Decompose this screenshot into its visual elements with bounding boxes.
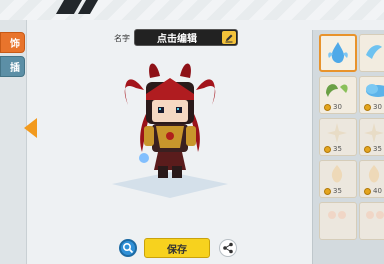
- top-bar: [0, 0, 384, 20]
- pale-petal-icon: [366, 211, 384, 219]
- item-grid: 30 30 35 35 35 40: [312, 30, 384, 264]
- tab-decoration[interactable]: 饰: [0, 32, 25, 53]
- pale-sparkle-icon: [327, 123, 347, 143]
- tab-label: 插: [10, 63, 20, 74]
- share-icon: [223, 242, 233, 254]
- previous-arrow-button[interactable]: [24, 118, 37, 138]
- coin-icon: [324, 103, 331, 111]
- grid-item[interactable]: 35: [319, 118, 357, 156]
- grid-item[interactable]: 30: [359, 76, 384, 114]
- coin-icon: [364, 145, 371, 153]
- item-price: 35: [324, 187, 342, 195]
- price-value: 35: [333, 145, 342, 153]
- grid-item[interactable]: [319, 202, 357, 240]
- character-avatar: [112, 63, 228, 198]
- item-price: 30: [324, 103, 342, 111]
- coin-icon: [364, 187, 371, 195]
- blue-cloud-icon: [366, 84, 384, 97]
- name-label: 名字: [114, 34, 130, 43]
- save-button[interactable]: 保存: [144, 238, 210, 258]
- grid-item[interactable]: 35: [359, 118, 384, 156]
- price-value: 35: [373, 145, 382, 153]
- item-price: 40: [364, 187, 382, 195]
- grid-item[interactable]: [359, 34, 384, 72]
- price-value: 40: [373, 187, 382, 195]
- coin-icon: [364, 103, 371, 111]
- edit-name-button[interactable]: [222, 31, 236, 44]
- pale-sparkle-icon: [364, 123, 384, 143]
- category-sidebar: 饰 插: [0, 20, 27, 264]
- item-price: 35: [324, 145, 342, 153]
- magnifier-icon: [122, 242, 134, 254]
- coin-icon: [324, 187, 331, 195]
- green-leaf-icon: [326, 84, 348, 97]
- name-field[interactable]: 点击编辑: [134, 29, 238, 46]
- price-value: 30: [333, 103, 342, 111]
- blue-wing-icon: [366, 45, 382, 59]
- price-value: 30: [373, 103, 382, 111]
- top-bar-stripe: [77, 0, 99, 14]
- grid-item[interactable]: 30: [319, 76, 357, 114]
- pencil-icon: [225, 34, 233, 42]
- coin-icon: [324, 145, 331, 153]
- share-button[interactable]: [219, 239, 237, 257]
- grid-item[interactable]: [359, 202, 384, 240]
- tab-secondary[interactable]: 插: [0, 56, 25, 77]
- pale-petal-icon: [328, 211, 346, 219]
- item-price: 30: [364, 103, 382, 111]
- character-preview[interactable]: [100, 60, 240, 200]
- grid-item[interactable]: [319, 34, 357, 72]
- tab-label: 饰: [10, 39, 20, 50]
- item-price: 35: [364, 145, 382, 153]
- name-value: 点击编辑: [157, 34, 197, 45]
- price-value: 35: [333, 187, 342, 195]
- pale-flame-icon: [368, 165, 380, 183]
- blue-splash-icon: [328, 42, 348, 63]
- grid-item[interactable]: 35: [319, 160, 357, 198]
- zoom-button[interactable]: [119, 239, 137, 257]
- grid-item[interactable]: 40: [359, 160, 384, 198]
- pale-flame-icon: [331, 165, 343, 183]
